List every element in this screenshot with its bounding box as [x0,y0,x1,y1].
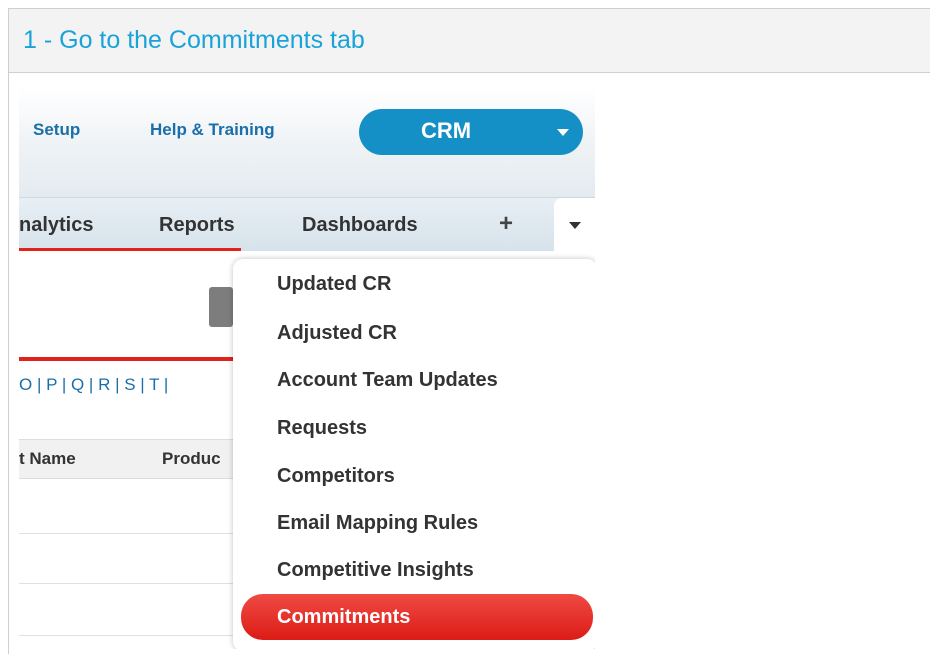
partial-button[interactable] [209,287,233,327]
tab-dashboards[interactable]: Dashboards [302,214,418,237]
tutorial-step-frame: 1 - Go to the Commitments tab Setup Help… [8,8,930,654]
menu-item-account-team-updates[interactable]: Account Team Updates [277,369,498,392]
chevron-down-icon [569,222,581,229]
menu-item-updated-cr[interactable]: Updated CR [277,273,391,296]
app-switcher-button[interactable]: CRM [359,109,583,155]
alphabet-filter[interactable]: O | P | Q | R | S | T | [19,375,168,395]
section-divider [19,357,241,361]
table-header: t Name Produc [19,439,241,479]
tab-reports[interactable]: Reports [159,214,235,237]
caret-down-icon [557,129,569,136]
menu-item-email-mapping-rules[interactable]: Email Mapping Rules [277,512,478,535]
app-switcher-label: CRM [421,118,472,143]
menu-item-requests[interactable]: Requests [277,417,367,440]
column-header-name[interactable]: t Name [19,449,76,469]
step-header: 1 - Go to the Commitments tab [9,9,930,73]
setup-link[interactable]: Setup [33,120,80,140]
column-header-product[interactable]: Produc [162,449,221,469]
crm-screenshot: Setup Help & Training CRM nalytics Repor… [19,87,595,649]
more-tabs-button[interactable] [554,198,595,252]
tab-analytics[interactable]: nalytics [19,214,93,237]
tab-bar: nalytics Reports Dashboards + [19,197,595,252]
menu-item-commitments[interactable]: Commitments [241,594,593,640]
table-row [19,583,241,584]
top-bar: Setup Help & Training CRM [19,87,595,197]
add-tab-icon[interactable]: + [499,210,513,238]
menu-item-adjusted-cr[interactable]: Adjusted CR [277,322,397,345]
menu-item-competitive-insights[interactable]: Competitive Insights [277,559,474,582]
table-row [19,533,241,534]
help-training-link[interactable]: Help & Training [150,120,275,140]
step-title: 1 - Go to the Commitments tab [23,26,365,54]
table-row [19,635,241,636]
more-tabs-dropdown: Updated CR Adjusted CR Account Team Upda… [233,259,595,649]
menu-item-competitors[interactable]: Competitors [277,465,395,488]
